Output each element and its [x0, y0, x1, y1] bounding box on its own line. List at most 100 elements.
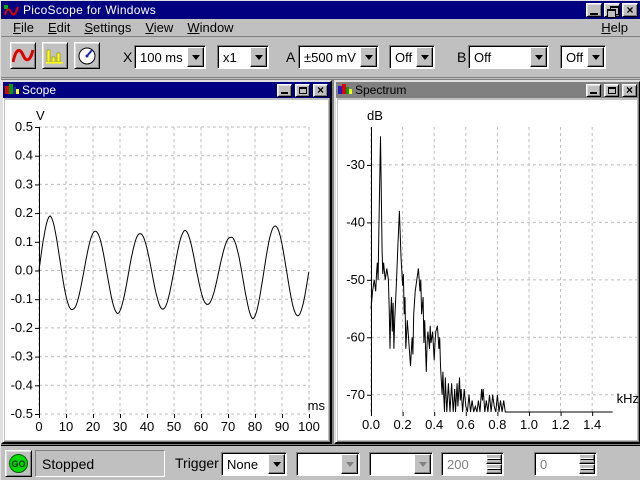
channel-a-mode-select[interactable]: Off	[389, 45, 435, 69]
sine-wave-icon	[12, 48, 34, 62]
scope-window-icon	[5, 84, 19, 94]
mdi-workspace: Scope × 0.5 0.4 0.3 0.2 0.1 0.0 -0.1 -0.2 -0.3 -0…	[1, 79, 640, 445]
svg-text:-60: -60	[346, 329, 365, 344]
spin-down-button[interactable]	[486, 464, 502, 474]
dropdown-arrow[interactable]	[416, 47, 433, 67]
trigger-mode-select[interactable]: None	[221, 452, 287, 476]
dropdown-arrow[interactable]	[587, 47, 604, 67]
svg-text:60: 60	[194, 419, 208, 434]
spin-down-button[interactable]	[579, 464, 595, 474]
spectrum-window: Spectrum × -30 -40 -50 -60 -70 0.0 0.2 0.4 0.6 0.…	[334, 80, 640, 444]
svg-text:V: V	[36, 108, 45, 123]
svg-text:0.1: 0.1	[15, 234, 33, 249]
svg-text:50: 50	[167, 419, 181, 434]
svg-text:1.2: 1.2	[552, 417, 570, 432]
maximize-icon	[298, 86, 307, 94]
channel-a-label: A	[286, 49, 296, 65]
restore-button[interactable]	[604, 3, 620, 18]
trigger-label: Trigger	[175, 455, 219, 471]
svg-text:0.8: 0.8	[488, 417, 506, 432]
svg-text:-40: -40	[346, 214, 365, 229]
dropdown-arrow[interactable]	[268, 454, 285, 474]
window-title: PicoScope for Windows	[23, 3, 157, 17]
menu-item-settings[interactable]: Settings	[77, 19, 138, 36]
chevron-down-icon	[534, 54, 543, 60]
spin-up-button[interactable]	[579, 454, 595, 464]
scope-plot-area: 0.5 0.4 0.3 0.2 0.1 0.0 -0.1 -0.2 -0.3 -0.4 -0.5 0 1…	[5, 100, 328, 440]
x-label: X	[123, 49, 133, 65]
bar-chart-icon	[46, 49, 63, 63]
chevron-down-icon	[191, 54, 200, 60]
scope-title: Scope	[22, 83, 57, 97]
meter-view-button[interactable]	[74, 42, 100, 69]
spectrum-title-bar[interactable]: Spectrum ×	[336, 82, 639, 98]
svg-text:0.5: 0.5	[15, 119, 33, 134]
chevron-down-icon	[254, 54, 263, 60]
svg-text:1.4: 1.4	[583, 417, 601, 432]
svg-text:0.4: 0.4	[425, 417, 443, 432]
trigger-delay-spinner: 0	[534, 452, 597, 476]
close-icon: ×	[626, 3, 634, 17]
spectrum-close-button[interactable]: ×	[622, 83, 637, 97]
minimize-icon	[590, 92, 597, 94]
svg-text:-70: -70	[346, 387, 365, 402]
scope-minimize-button[interactable]	[277, 83, 292, 97]
svg-text:-0.1: -0.1	[11, 291, 33, 306]
scope-chart: 0.5 0.4 0.3 0.2 0.1 0.0 -0.1 -0.2 -0.3 -0.4 -0.50 1…	[11, 108, 326, 434]
svg-text:-50: -50	[346, 272, 365, 287]
channel-a-range-select[interactable]: ±500 mV	[298, 45, 379, 69]
chevron-down-icon	[418, 461, 427, 467]
minimize-icon	[590, 12, 598, 15]
chevron-down-icon	[345, 461, 354, 467]
title-bar[interactable]: PicoScope for Windows ×	[1, 1, 640, 19]
spectrum-title: Spectrum	[355, 83, 407, 97]
menu-item-edit[interactable]: Edit	[41, 19, 77, 36]
dropdown-arrow[interactable]	[530, 47, 547, 67]
menu-item-view[interactable]: View	[138, 19, 180, 36]
x-multiplier-select[interactable]: x1	[217, 45, 269, 69]
channel-b-mode-select[interactable]: Off	[560, 45, 606, 69]
chevron-down-icon	[420, 54, 429, 60]
menu-item-window[interactable]: Window	[180, 19, 240, 36]
meter-dial-icon	[78, 47, 96, 64]
svg-text:-0.5: -0.5	[11, 406, 33, 421]
app-window: PicoScope for Windows × File Edit Settin…	[0, 0, 640, 480]
svg-text:-30: -30	[346, 157, 365, 172]
spectrum-minimize-button[interactable]	[586, 83, 601, 97]
svg-text:0.0: 0.0	[15, 263, 33, 278]
arrow-down-icon	[580, 468, 594, 470]
spectrum-plot-area: -30 -40 -50 -60 -70 0.0 0.2 0.4 0.6 0.8 1.0 1.2 1.4 d…	[338, 100, 640, 440]
channel-b-range-select[interactable]: Off	[468, 45, 549, 69]
close-button[interactable]: ×	[622, 3, 638, 17]
timebase-select[interactable]: 100 ms	[134, 45, 206, 69]
svg-text:40: 40	[140, 419, 154, 434]
scope-close-button[interactable]: ×	[313, 83, 328, 97]
svg-text:-0.4: -0.4	[11, 377, 33, 392]
svg-text:kHz: kHz	[617, 391, 639, 406]
scope-title-bar[interactable]: Scope ×	[3, 82, 330, 98]
spectrum-view-button[interactable]	[42, 42, 68, 69]
menu-item-help[interactable]: Help	[594, 19, 635, 36]
go-button[interactable]: GO	[5, 450, 32, 477]
minimize-button[interactable]	[586, 3, 602, 17]
scope-window: Scope × 0.5 0.4 0.3 0.2 0.1 0.0 -0.1 -0.2 -0.3 -0…	[1, 80, 332, 444]
svg-text:ms: ms	[308, 398, 326, 413]
spectrum-maximize-button[interactable]	[604, 83, 619, 97]
svg-text:-0.3: -0.3	[11, 349, 33, 364]
dropdown-arrow[interactable]	[360, 47, 377, 67]
svg-text:0.0: 0.0	[362, 417, 380, 432]
arrow-up-icon	[487, 458, 501, 460]
menu-item-file[interactable]: File	[6, 19, 41, 36]
dropdown-arrow[interactable]	[187, 47, 204, 67]
scope-view-button[interactable]	[10, 42, 36, 69]
close-icon: ×	[316, 83, 324, 97]
svg-text:30: 30	[113, 419, 127, 434]
scope-maximize-button[interactable]	[295, 83, 310, 97]
chevron-down-icon	[364, 54, 373, 60]
svg-text:0.3: 0.3	[15, 176, 33, 191]
maximize-icon	[607, 86, 616, 94]
dropdown-arrow[interactable]	[250, 47, 267, 67]
minimize-icon	[281, 92, 288, 94]
spin-up-button[interactable]	[486, 454, 502, 464]
svg-text:70: 70	[221, 419, 235, 434]
